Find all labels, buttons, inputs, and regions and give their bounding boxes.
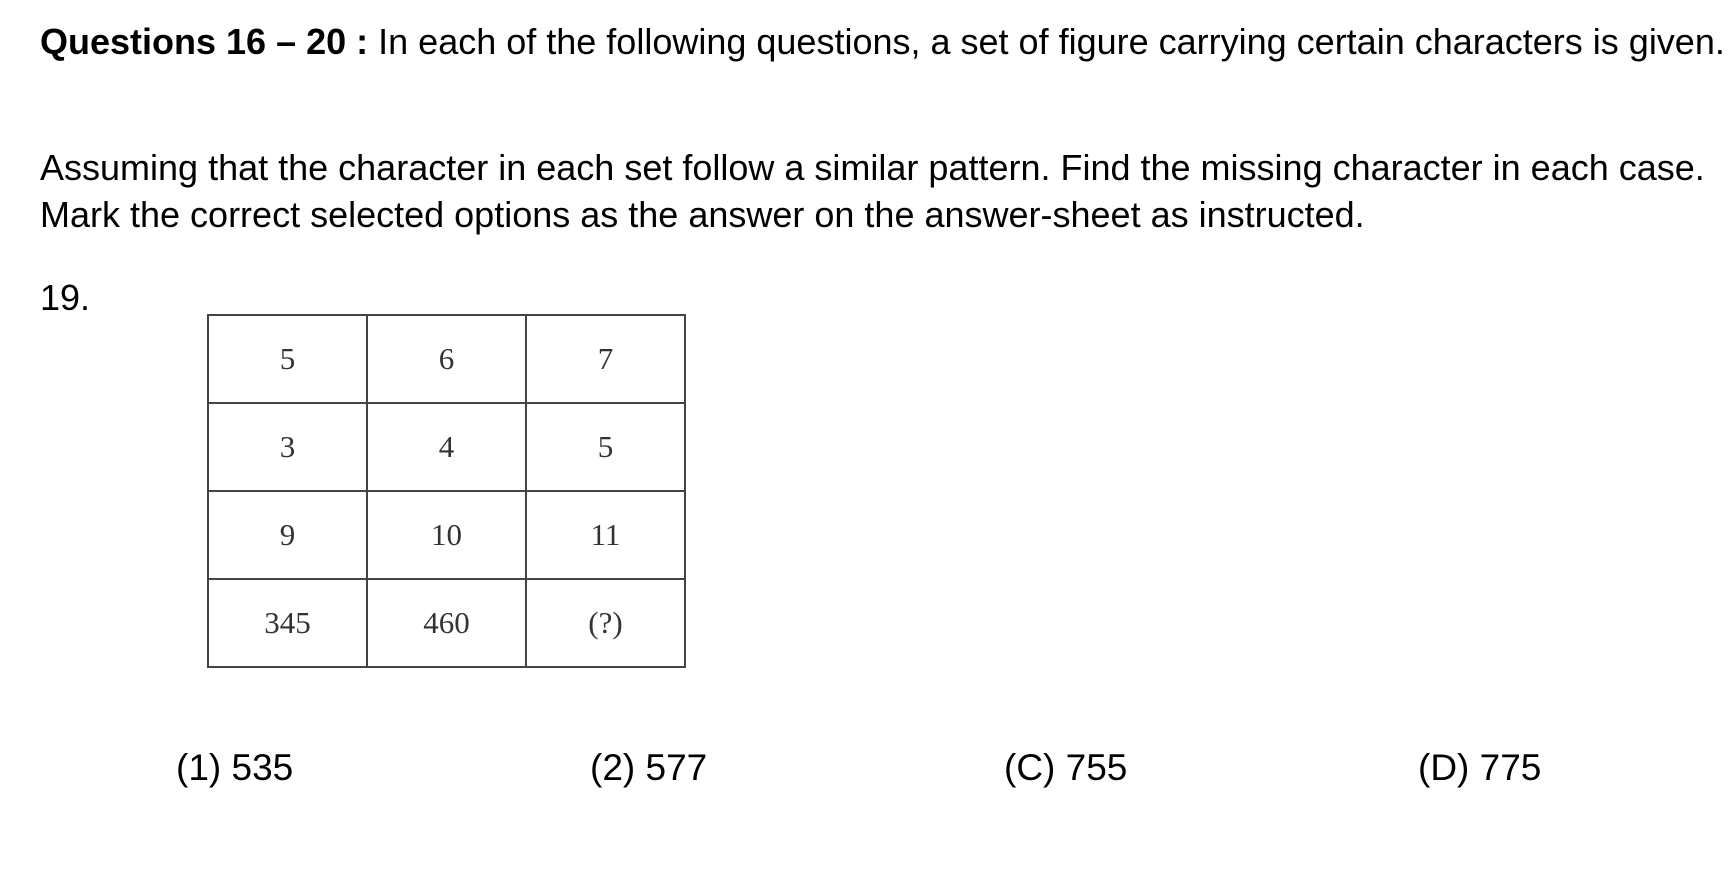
questions-range-label: Questions 16 – 20 : [40, 21, 369, 62]
grid-cell: 345 [207, 578, 368, 668]
option-c[interactable]: (C) 755 [1004, 746, 1127, 790]
grid-cell-missing: (?) [525, 578, 686, 668]
intro-text: Questions 16 – 20 : In each of the follo… [40, 18, 1730, 65]
grid-cell: 10 [366, 490, 527, 580]
grid-cell: 4 [366, 402, 527, 492]
option-d[interactable]: (D) 775 [1418, 746, 1541, 790]
instruction-text: Assuming that the character in each set … [40, 147, 1705, 235]
grid-cell: 5 [525, 402, 686, 492]
grid-row: 3 4 5 [207, 402, 686, 492]
grid-cell: 5 [207, 314, 368, 404]
option-2[interactable]: (2) 577 [590, 746, 707, 790]
grid-cell: 6 [366, 314, 527, 404]
grid-row: 5 6 7 [207, 314, 686, 404]
intro-description: In each of the following questions, a se… [368, 21, 1725, 62]
grid-row: 345 460 (?) [207, 578, 686, 668]
option-1[interactable]: (1) 535 [176, 746, 293, 790]
grid-cell: 9 [207, 490, 368, 580]
number-grid: 5 6 7 3 4 5 9 10 11 345 460 (?) [207, 314, 686, 668]
grid-cell: 7 [525, 314, 686, 404]
grid-cell: 3 [207, 402, 368, 492]
grid-row: 9 10 11 [207, 490, 686, 580]
grid-cell: 11 [525, 490, 686, 580]
grid-cell: 460 [366, 578, 527, 668]
question-number: 19. [40, 277, 91, 318]
